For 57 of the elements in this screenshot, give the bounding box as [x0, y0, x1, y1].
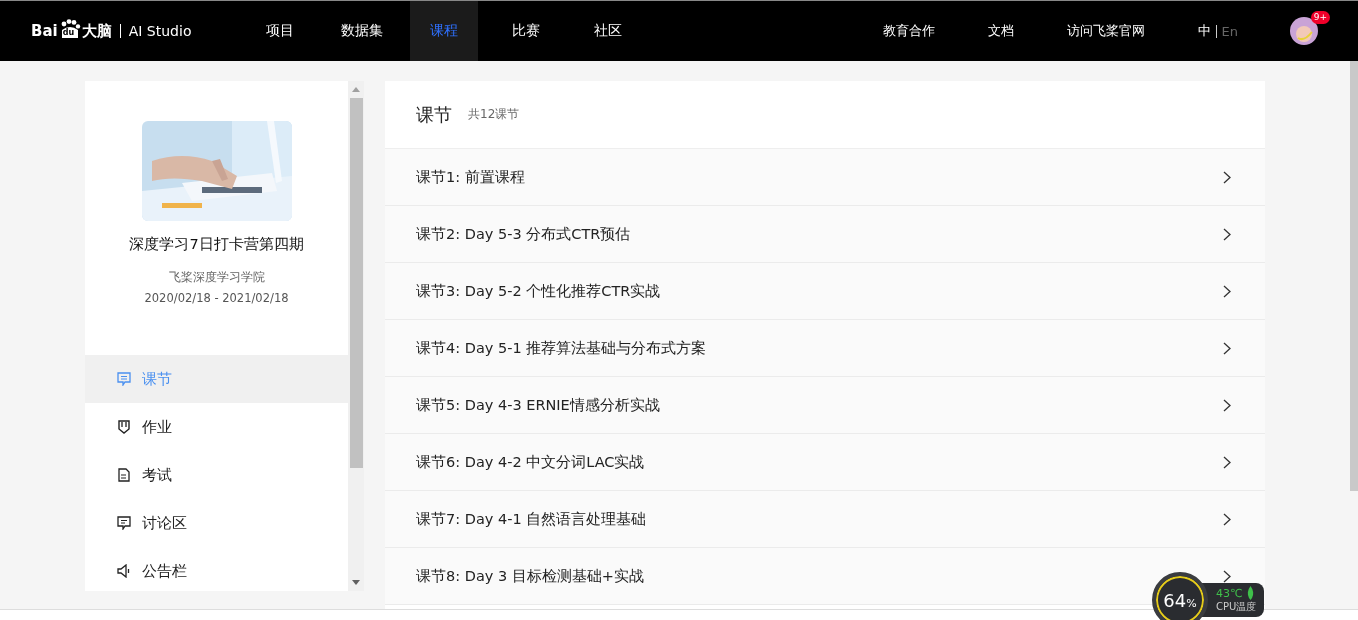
speaker-icon — [117, 564, 131, 578]
lesson-row[interactable]: 课节7: Day 4-1 自然语言处理基础 — [385, 491, 1265, 548]
nav-tab[interactable]: 课程 — [410, 1, 478, 61]
sidebar-item[interactable]: 讨论区 — [85, 499, 348, 547]
cpu-temperature: 43℃ — [1216, 586, 1243, 600]
comment-icon — [117, 516, 131, 530]
notification-badge: 9+ — [1310, 11, 1330, 24]
lesson-row[interactable]: 课节3: Day 5-2 个性化推荐CTR实战 — [385, 263, 1265, 320]
scroll-up-icon[interactable] — [352, 87, 360, 92]
page-scrollbar[interactable] — [1350, 61, 1358, 491]
lesson-title: 课节5: Day 4-3 ERNIE情感分析实战 — [416, 395, 660, 415]
scrollbar[interactable] — [348, 81, 364, 591]
lesson-title: 课节1: 前置课程 — [416, 167, 525, 187]
chevron-right-icon — [1223, 512, 1231, 526]
course-dates: 2020/02/18 - 2021/02/18 — [144, 291, 289, 305]
nav-link[interactable]: 文档 — [987, 22, 1014, 40]
language-option[interactable]: 中 — [1197, 22, 1211, 40]
lesson-title: 课节3: Day 5-2 个性化推荐CTR实战 — [416, 281, 661, 301]
lesson-title: 课节4: Day 5-1 推荐算法基础与分布式方案 — [416, 338, 707, 358]
chevron-right-icon — [1223, 341, 1231, 355]
language-option[interactable]: En — [1221, 23, 1238, 39]
lesson-row[interactable]: 课节6: Day 4-2 中文分词LAC实战 — [385, 434, 1265, 491]
chevron-right-icon — [1223, 227, 1231, 241]
shield-icon — [117, 420, 131, 434]
lesson-row[interactable]: 课节1: 前置课程 — [385, 149, 1265, 206]
sidebar-item[interactable]: 公告栏 — [85, 547, 348, 591]
chevron-right-icon — [1223, 455, 1231, 469]
document-icon — [117, 468, 131, 482]
scroll-down-icon[interactable] — [352, 580, 360, 585]
lesson-title: 课节7: Day 4-1 自然语言处理基础 — [416, 509, 647, 529]
course-organization: 飞桨深度学习学院 — [168, 270, 265, 285]
sidebar-item[interactable]: 作业 — [85, 403, 348, 451]
lesson-title: 课节6: Day 4-2 中文分词LAC实战 — [416, 452, 645, 472]
chevron-right-icon — [1223, 284, 1231, 298]
panel-title: 课节 — [416, 102, 452, 127]
lesson-count: 共12课节 — [468, 106, 520, 123]
chevron-right-icon — [1223, 398, 1231, 412]
logo-site-name: AI Studio — [128, 23, 192, 39]
chevron-right-icon — [1223, 170, 1231, 184]
nav-tab[interactable]: 社区 — [567, 1, 649, 61]
nav-tab[interactable]: 比赛 — [485, 1, 567, 61]
logo-product-name: 大脑 — [81, 21, 112, 41]
nav-tab[interactable]: 项目 — [239, 1, 321, 61]
chat-icon — [117, 372, 131, 386]
scrollbar-thumb[interactable] — [349, 98, 363, 468]
nav-link[interactable]: 教育合作 — [882, 22, 935, 40]
sidebar-item[interactable]: 考试 — [85, 451, 348, 499]
logo-wordmark: Bai — [31, 22, 58, 40]
lesson-row[interactable]: 课节2: Day 5-3 分布式CTR预估 — [385, 206, 1265, 263]
lesson-title: 课节8: Day 3 目标检测基础+实战 — [416, 566, 644, 586]
leaf-icon — [1246, 586, 1256, 600]
nav-link[interactable]: 访问飞桨官网 — [1066, 22, 1145, 40]
lesson-row[interactable]: 课节4: Day 5-1 推荐算法基础与分布式方案 — [385, 320, 1265, 377]
lesson-title: 课节2: Day 5-3 分布式CTR预估 — [416, 224, 631, 244]
nav-tab[interactable]: 数据集 — [321, 1, 403, 61]
course-title: 深度学习7日打卡营第四期 — [129, 235, 304, 254]
lesson-row[interactable]: 课节5: Day 4-3 ERNIE情感分析实战 — [385, 377, 1265, 434]
